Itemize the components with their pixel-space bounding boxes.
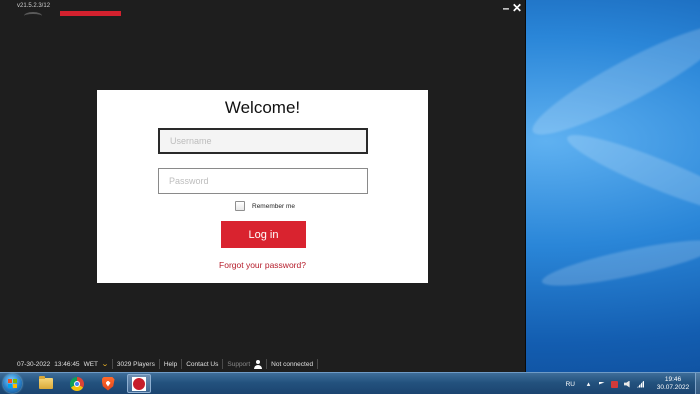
windows-logo-icon [8,379,17,388]
status-time: 13:46:45 [54,360,80,368]
clock-time: 19:46 [664,376,682,383]
start-button[interactable] [3,374,22,393]
login-dialog: Welcome! Remember me Log in Forgot your … [97,90,428,283]
remember-me-row[interactable]: Remember me [235,201,295,211]
chevron-down-icon: ⌄ [100,361,110,368]
clock-date: 30.07.2022 [656,384,690,391]
welcome-title: Welcome! [224,98,301,117]
support-label: Support [227,360,251,368]
support-link[interactable]: Support [223,359,266,369]
username-input[interactable] [158,128,368,154]
tray-app-icon[interactable] [611,380,618,388]
brand-bar [60,11,121,16]
contact-us-link[interactable]: Contact Us [182,361,222,368]
logo-icon [24,12,42,20]
forgot-password-link[interactable]: Forgot your password? [97,260,428,270]
desktop-light-streak [561,123,700,227]
brave-icon [101,376,115,391]
language-indicator[interactable]: RU [566,381,575,388]
password-input[interactable] [158,168,368,194]
version-label: v21.5.2.3/12 [17,3,51,9]
desktop-light-streak [539,231,700,295]
folder-icon [39,376,53,389]
system-tray: RU ▴ 19:46 30.07.2022 [566,373,700,394]
app-icon [132,376,146,391]
desktop-light-streak [523,10,700,150]
timezone-selector[interactable]: WET ⌄ [83,360,112,369]
players-count: 3029 Players [116,360,155,368]
taskbar-brave-button[interactable] [96,374,120,393]
remember-me-label: Remember me [252,202,295,210]
status-divider [317,359,319,369]
connection-status: Not connected [271,360,314,368]
chrome-icon [70,376,84,391]
taskbar-chrome-button[interactable] [65,374,89,393]
status-date: 07-30-2022 [17,360,51,368]
taskbar-app-button[interactable] [127,374,151,393]
volume-icon[interactable] [624,380,631,388]
network-signal-icon[interactable] [637,380,644,388]
help-link[interactable]: Help [160,361,181,368]
action-center-flag-icon[interactable] [598,380,605,388]
remember-me-checkbox[interactable] [235,201,245,211]
status-bar: 07-30-2022 13:46:45 WET ⌄ 3029 Players H… [13,357,319,371]
tray-expand-icon[interactable]: ▴ [585,380,592,388]
taskbar-explorer-button[interactable] [34,374,58,393]
close-button[interactable]: ✕ [511,1,523,15]
support-agent-icon [254,359,263,369]
clock[interactable]: 19:46 30.07.2022 [656,376,690,392]
app-window: v21.5.2.3/12 – ✕ Welcome! Remember me Lo… [0,0,526,372]
login-button[interactable]: Log in [221,221,306,248]
show-desktop-button[interactable] [695,373,700,394]
taskbar: RU ▴ 19:46 30.07.2022 [0,372,700,394]
timezone-label: WET [83,360,99,368]
